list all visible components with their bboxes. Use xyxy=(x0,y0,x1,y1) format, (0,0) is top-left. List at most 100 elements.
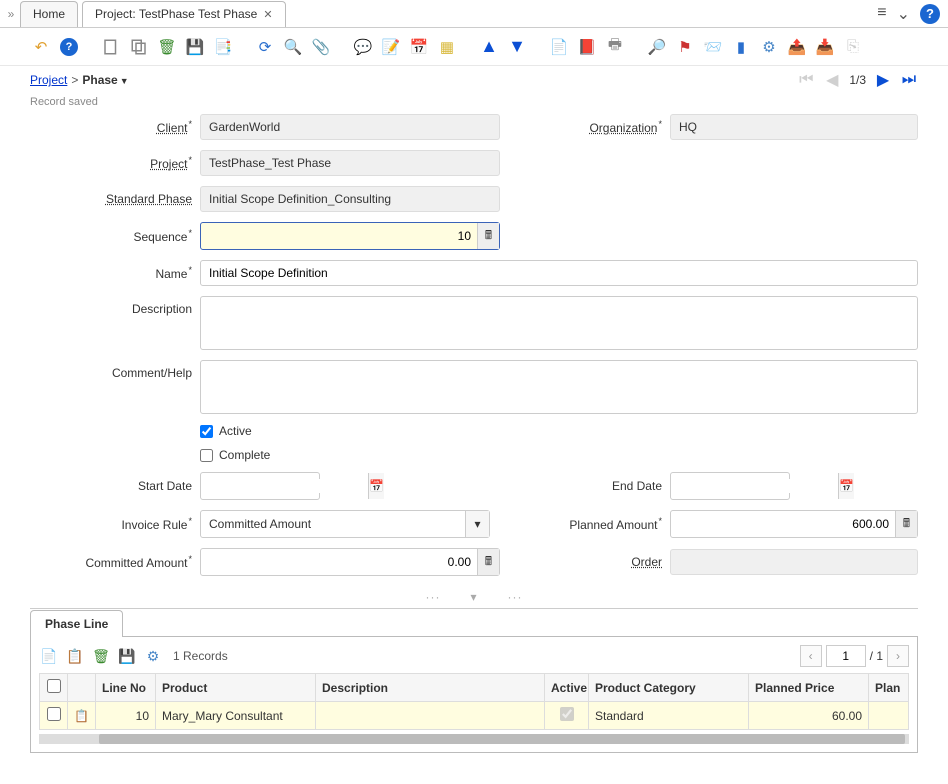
field-end-date[interactable]: 📅 xyxy=(670,472,790,500)
save-icon[interactable]: 💾 xyxy=(184,36,206,58)
detail-icon[interactable]: ▼ xyxy=(506,36,528,58)
find-icon[interactable]: 🔍 xyxy=(282,36,304,58)
breadcrumb-root[interactable]: Project xyxy=(30,73,67,87)
new-row-icon[interactable]: 📄 xyxy=(39,646,59,666)
undo-icon[interactable]: ↶ xyxy=(30,36,52,58)
horizontal-scrollbar[interactable] xyxy=(39,734,909,744)
parent-icon[interactable]: ▲ xyxy=(478,36,500,58)
field-committed-amount[interactable]: 🖩 xyxy=(200,548,500,576)
prev-page-icon[interactable]: ‹ xyxy=(800,645,822,667)
label-active: Active xyxy=(219,424,252,438)
export-icon[interactable]: 📥 xyxy=(814,36,836,58)
calendar-icon[interactable]: 📅 xyxy=(368,473,384,499)
splitter-collapse-icon[interactable]: ▾ xyxy=(470,590,477,604)
field-description[interactable] xyxy=(200,296,918,350)
chat-icon[interactable]: 💬 xyxy=(352,36,374,58)
end-date-input[interactable] xyxy=(671,479,838,493)
detail-tab-phase-line[interactable]: Phase Line xyxy=(30,610,123,637)
cell-product-category[interactable]: Standard xyxy=(589,702,749,730)
col-planned[interactable]: Plan xyxy=(869,674,909,702)
note-icon[interactable]: 📝 xyxy=(380,36,402,58)
help-icon[interactable]: ? xyxy=(920,4,940,24)
tab-home[interactable]: Home xyxy=(20,1,78,27)
report-icon[interactable]: 📄 xyxy=(548,36,570,58)
page-input[interactable] xyxy=(826,645,866,667)
delete-icon[interactable]: 🗑 xyxy=(156,36,178,58)
edit-row-icon[interactable]: 📋 xyxy=(68,702,96,730)
process-icon[interactable]: ⚙ xyxy=(758,36,780,58)
request-icon[interactable]: 📨 xyxy=(702,36,724,58)
new-icon[interactable] xyxy=(100,36,122,58)
archive-icon[interactable]: 📕 xyxy=(576,36,598,58)
refresh-icon[interactable]: ⟳ xyxy=(254,36,276,58)
calculator-icon[interactable]: 🖩 xyxy=(477,223,499,249)
col-description[interactable]: Description xyxy=(316,674,545,702)
breadcrumb-separator: > xyxy=(71,73,78,87)
select-all-checkbox[interactable] xyxy=(47,679,61,693)
checkbox-active[interactable] xyxy=(200,425,213,438)
cell-product[interactable]: Mary_Mary Consultant xyxy=(156,702,316,730)
close-icon[interactable]: ✕ xyxy=(263,8,272,21)
planned-amount-input[interactable] xyxy=(671,517,895,531)
edit-row-icon[interactable]: 📋 xyxy=(65,646,85,666)
calendar-icon[interactable]: 📅 xyxy=(838,473,854,499)
splitter-handle[interactable]: ··· xyxy=(425,590,440,604)
total-pages: / 1 xyxy=(870,649,883,663)
calculator-icon[interactable]: 🖩 xyxy=(895,511,917,537)
prev-record-icon[interactable]: ◀ xyxy=(823,70,841,90)
collapse-icon[interactable]: ⌄ xyxy=(897,4,910,24)
close-window-icon[interactable]: ⎘ xyxy=(842,36,864,58)
first-record-icon[interactable]: ⏮ xyxy=(797,71,815,89)
field-client: GardenWorld xyxy=(200,114,500,140)
saveall-icon[interactable]: 📑 xyxy=(212,36,234,58)
calculator-icon[interactable]: 🖩 xyxy=(477,549,499,575)
row-select-checkbox[interactable] xyxy=(47,707,61,721)
sequence-input[interactable] xyxy=(201,229,477,243)
grid-icon[interactable]: ▦ xyxy=(436,36,458,58)
save-row-icon[interactable]: 💾 xyxy=(117,646,137,666)
col-planned-price[interactable]: Planned Price xyxy=(749,674,869,702)
zoom-icon[interactable]: 🔎 xyxy=(646,36,668,58)
chevron-down-icon[interactable]: ▾ xyxy=(465,511,489,537)
copy-icon[interactable] xyxy=(128,36,150,58)
process-row-icon[interactable]: ⚙ xyxy=(143,646,163,666)
table-row[interactable]: 📋 10 Mary_Mary Consultant Standard 60.00 xyxy=(40,702,909,730)
cell-description[interactable] xyxy=(316,702,545,730)
last-record-icon[interactable]: ⏭ xyxy=(900,71,918,89)
col-active[interactable]: Active xyxy=(545,674,589,702)
cell-planned-price[interactable]: 60.00 xyxy=(749,702,869,730)
activeflag-icon[interactable]: ⚑ xyxy=(674,36,696,58)
menu-icon[interactable]: ≡ xyxy=(877,4,886,24)
import-icon[interactable]: 📤 xyxy=(786,36,808,58)
calendar-icon[interactable]: 📅 xyxy=(408,36,430,58)
next-page-icon[interactable]: › xyxy=(887,645,909,667)
field-comment[interactable] xyxy=(200,360,918,414)
field-project: TestPhase_Test Phase xyxy=(200,150,500,176)
delete-row-icon[interactable]: 🗑 xyxy=(91,646,111,666)
checkbox-complete[interactable] xyxy=(200,449,213,462)
expand-sidebar-icon[interactable]: » xyxy=(4,7,18,21)
print-icon[interactable]: 🖶 xyxy=(604,36,626,58)
field-planned-amount[interactable]: 🖩 xyxy=(670,510,918,538)
field-invoice-rule[interactable]: Committed Amount ▾ xyxy=(200,510,490,538)
col-product[interactable]: Product xyxy=(156,674,316,702)
splitter-handle[interactable]: ··· xyxy=(508,590,523,604)
cell-active-checkbox xyxy=(560,707,574,721)
splitter-bar[interactable]: ··· ▾ ··· xyxy=(0,586,948,608)
next-record-icon[interactable]: ▶ xyxy=(874,70,892,90)
col-line-no[interactable]: Line No xyxy=(96,674,156,702)
committed-amount-input[interactable] xyxy=(201,555,477,569)
field-start-date[interactable]: 📅 xyxy=(200,472,320,500)
breadcrumb-current[interactable]: Phase▼ xyxy=(82,73,128,87)
attachment-icon[interactable]: 📎 xyxy=(310,36,332,58)
start-date-input[interactable] xyxy=(201,479,368,493)
chevron-down-icon[interactable]: ▼ xyxy=(120,76,129,86)
tab-project[interactable]: Project: TestPhase Test Phase ✕ xyxy=(82,1,286,27)
cell-line-no[interactable]: 10 xyxy=(96,702,156,730)
field-name[interactable] xyxy=(200,260,918,286)
help-icon[interactable]: ? xyxy=(58,36,80,58)
product-icon[interactable]: ▮ xyxy=(730,36,752,58)
field-sequence[interactable]: 🖩 xyxy=(200,222,500,250)
label-standard-phase: Standard Phase xyxy=(106,192,192,206)
col-product-category[interactable]: Product Category xyxy=(589,674,749,702)
